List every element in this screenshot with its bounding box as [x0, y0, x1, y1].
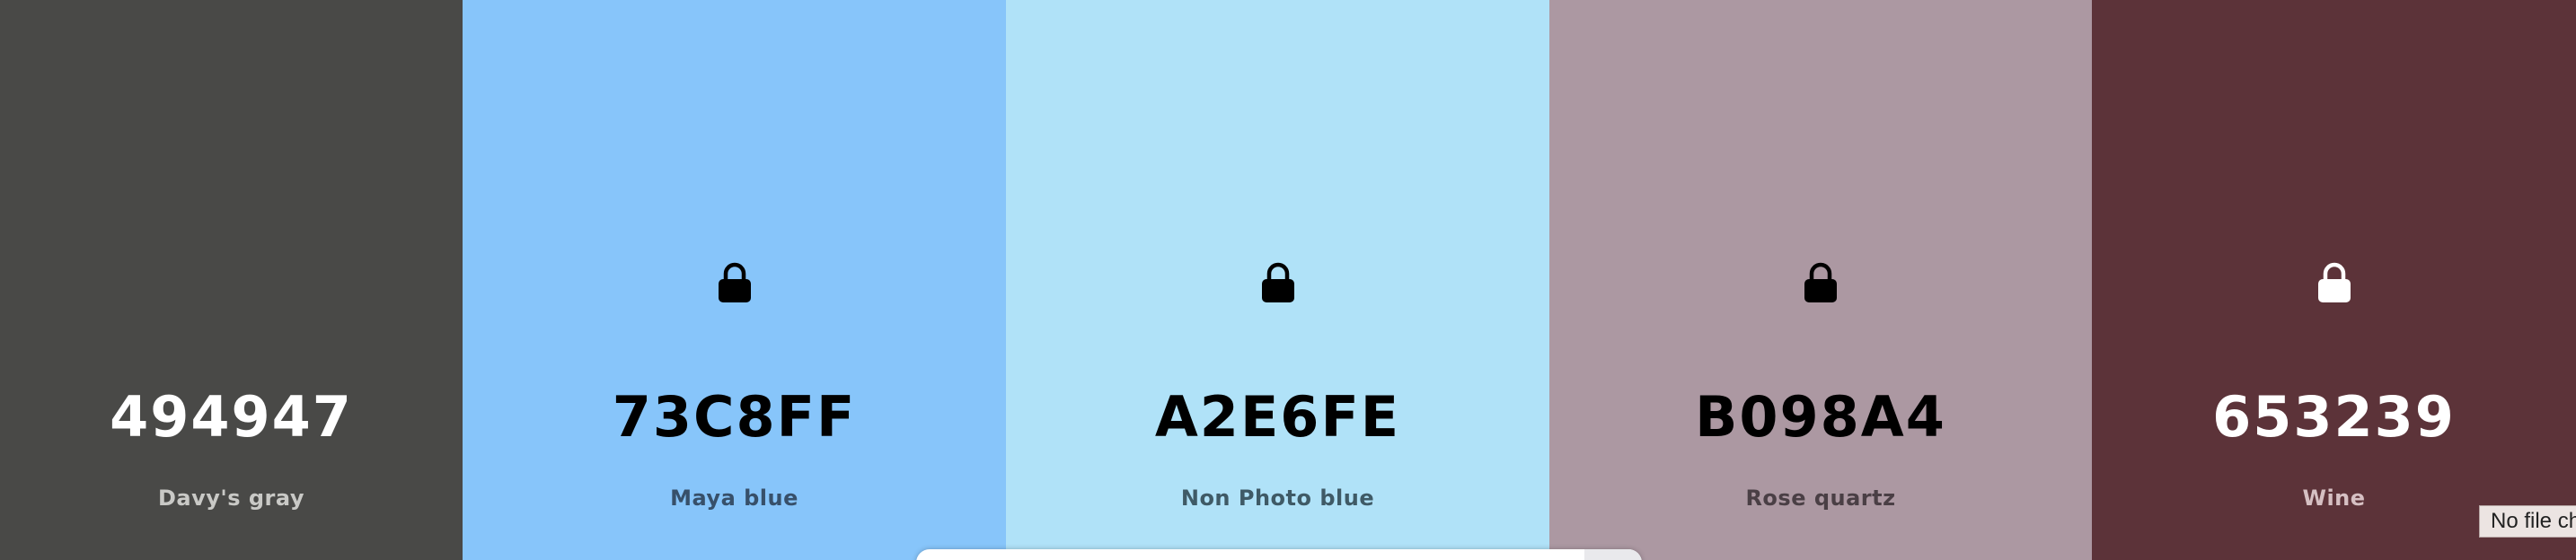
bottom-toolbar[interactable]	[916, 549, 1642, 560]
hex-code[interactable]: 494947	[0, 377, 463, 458]
lock-icon[interactable]	[1804, 262, 1838, 303]
color-name: Maya blue	[670, 486, 798, 511]
color-swatch-davys-gray[interactable]: 494947 Davy's gray	[0, 0, 463, 560]
hex-code[interactable]: 653239	[2092, 377, 2576, 458]
color-swatch-non-photo-blue[interactable]: A2E6FE Non Photo blue	[1006, 0, 1549, 560]
color-name: Rose quartz	[1745, 486, 1896, 511]
color-name: Non Photo blue	[1180, 486, 1375, 511]
color-swatch-maya-blue[interactable]: 73C8FF Maya blue	[463, 0, 1006, 560]
toolbar-segment[interactable]	[1584, 549, 1642, 560]
file-input-label[interactable]: No file ch	[2479, 505, 2576, 538]
hex-code[interactable]: A2E6FE	[1006, 377, 1549, 458]
lock-icon[interactable]	[1261, 262, 1295, 303]
lock-icon[interactable]	[2317, 262, 2351, 303]
color-name: Davy's gray	[157, 486, 304, 511]
hex-code[interactable]: B098A4	[1549, 377, 2092, 458]
color-palette: 494947 Davy's gray 73C8FF Maya blue A2E6…	[0, 0, 2576, 560]
hex-code[interactable]: 73C8FF	[463, 377, 1006, 458]
color-swatch-rose-quartz[interactable]: B098A4 Rose quartz	[1549, 0, 2092, 560]
lock-icon[interactable]	[718, 262, 752, 303]
color-swatch-wine[interactable]: 653239 Wine	[2092, 0, 2576, 560]
